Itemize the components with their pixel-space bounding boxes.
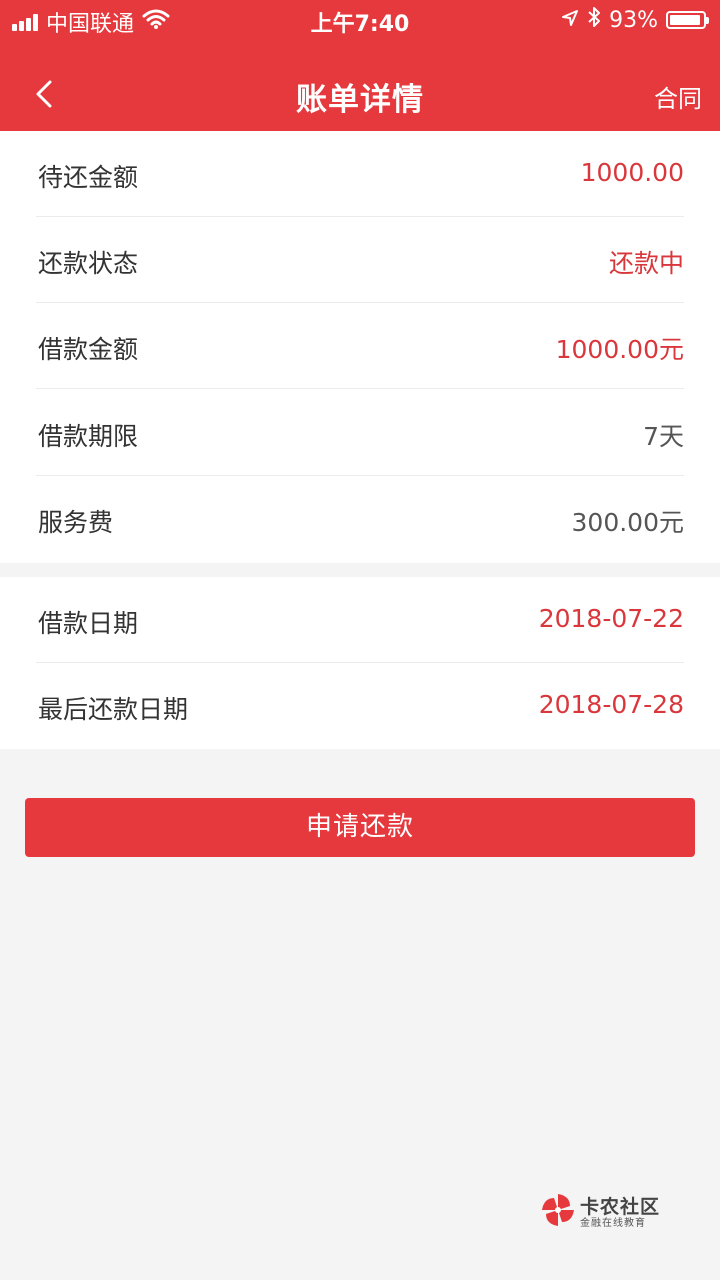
bill-details-card: 待还金额 1000.00 还款状态 还款中 借款金额 1000.00元 借款期限…: [0, 131, 720, 563]
battery-icon: [666, 11, 709, 29]
detail-row-outstanding: 待还金额 1000.00: [36, 131, 684, 217]
date-row-due-date: 最后还款日期 2018-07-28: [36, 663, 684, 749]
detail-value: 1000.00: [580, 158, 684, 187]
detail-value: 还款中: [608, 249, 684, 278]
detail-label: 待还金额: [38, 163, 139, 192]
app-header: 中国联通 上午7:40 93% 账单详情 合同: [0, 0, 720, 131]
detail-value: 7天: [643, 422, 684, 451]
detail-label: 服务费: [38, 508, 114, 537]
date-label: 最后还款日期: [38, 695, 189, 724]
detail-row-term: 借款期限 7天: [36, 390, 684, 476]
detail-row-loan-amount: 借款金额 1000.00元: [36, 303, 684, 389]
bluetooth-icon: [587, 6, 601, 34]
detail-row-service-fee: 服务费 300.00元: [36, 476, 684, 562]
detail-value: 1000.00元: [555, 335, 684, 364]
detail-value: 300.00元: [571, 508, 684, 537]
watermark-logo: 卡农社区 金融在线教育: [540, 1192, 665, 1232]
contract-link[interactable]: 合同: [654, 79, 702, 114]
page-title: 账单详情: [296, 82, 424, 118]
date-value: 2018-07-22: [538, 604, 684, 633]
detail-label: 还款状态: [38, 249, 139, 278]
pinwheel-logo-icon: [542, 1194, 574, 1226]
status-right: 93%: [561, 6, 709, 34]
location-arrow-icon: [561, 8, 579, 33]
apply-repayment-button[interactable]: 申请还款: [25, 798, 695, 857]
date-value: 2018-07-28: [538, 690, 684, 719]
detail-label: 借款金额: [38, 335, 139, 364]
watermark-subtitle: 金融在线教育: [580, 1218, 646, 1229]
battery-percent: 93%: [609, 7, 658, 33]
dates-card: 借款日期 2018-07-22 最后还款日期 2018-07-28: [0, 577, 720, 749]
battery-level: [670, 15, 700, 25]
status-bar: 中国联通 上午7:40 93%: [0, 0, 720, 40]
detail-label: 借款期限: [38, 422, 139, 451]
detail-row-status: 还款状态 还款中: [36, 217, 684, 303]
date-label: 借款日期: [38, 609, 139, 638]
date-row-loan-date: 借款日期 2018-07-22: [36, 577, 684, 663]
navigation-bar: 账单详情 合同: [0, 56, 720, 131]
